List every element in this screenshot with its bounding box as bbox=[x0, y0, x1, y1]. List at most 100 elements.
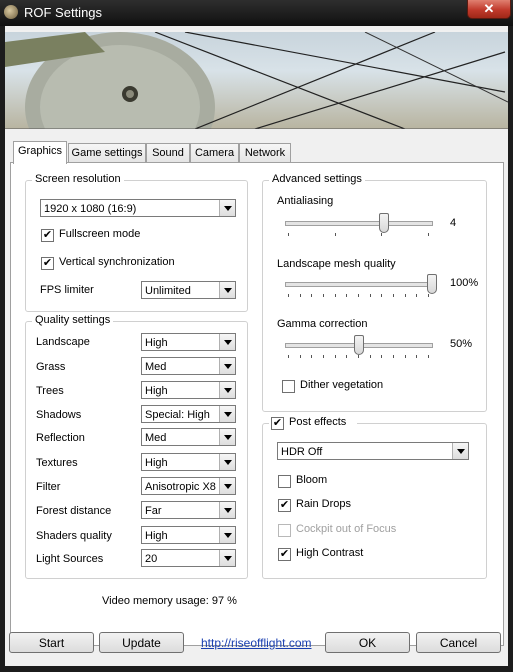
filter-value: Anisotropic X8 bbox=[145, 481, 216, 493]
slider-tick bbox=[346, 355, 348, 358]
vsync-checkbox[interactable]: ✔ bbox=[41, 257, 54, 270]
fps-limiter-value: Unlimited bbox=[145, 285, 191, 297]
chevron-down-icon bbox=[219, 454, 235, 470]
post-effects-label: Post effects bbox=[289, 416, 347, 428]
forest-distance-value: Far bbox=[145, 505, 162, 517]
slider-tick bbox=[381, 294, 383, 297]
tab-sound[interactable]: Sound bbox=[146, 143, 190, 163]
antialiasing-slider[interactable] bbox=[378, 213, 389, 233]
bloom-checkbox[interactable] bbox=[278, 475, 291, 488]
antialiasing-value: 4 bbox=[450, 217, 457, 229]
slider-tick bbox=[334, 233, 336, 236]
slider-tick bbox=[428, 294, 429, 297]
chevron-down-icon bbox=[219, 527, 235, 543]
forest-distance-select[interactable]: Far bbox=[141, 501, 236, 519]
window-title: ROF Settings bbox=[24, 5, 103, 20]
shaders-quality-select[interactable]: High bbox=[141, 526, 236, 544]
cancel-button[interactable]: Cancel bbox=[416, 632, 501, 653]
post-effects-header: ✔ Post effects bbox=[269, 416, 357, 430]
gamma-value: 50% bbox=[450, 338, 473, 350]
slider-tick bbox=[288, 233, 289, 236]
close-button[interactable]: ✕ bbox=[467, 0, 511, 19]
grass-label: Grass bbox=[36, 361, 66, 373]
slider-tick bbox=[416, 294, 418, 297]
slider-tick bbox=[299, 294, 301, 297]
landscape-select[interactable]: High bbox=[141, 333, 236, 351]
filter-label: Filter bbox=[36, 481, 61, 493]
shadows-select[interactable]: Special: High bbox=[141, 405, 236, 423]
slider-tick bbox=[334, 355, 336, 358]
slider-tick bbox=[416, 355, 418, 358]
slider-tick bbox=[393, 355, 394, 358]
tab-game-settings[interactable]: Game settings bbox=[68, 143, 146, 163]
textures-value: High bbox=[145, 457, 168, 469]
high-contrast-checkbox[interactable]: ✔ bbox=[278, 548, 291, 561]
high-contrast-label: High Contrast bbox=[296, 547, 364, 559]
slider-tick bbox=[428, 355, 429, 358]
trees-select[interactable]: High bbox=[141, 381, 236, 399]
tab-camera[interactable]: Camera bbox=[190, 143, 239, 163]
graphics-panel: Screen resolution 1920 x 1080 (16:9) ✔ F… bbox=[10, 162, 504, 646]
tab-graphics[interactable]: Graphics bbox=[13, 141, 67, 164]
resolution-select[interactable]: 1920 x 1080 (16:9) bbox=[40, 199, 236, 217]
rain-drops-checkbox[interactable]: ✔ bbox=[278, 499, 291, 512]
chevron-down-icon bbox=[219, 478, 235, 494]
chevron-down-icon bbox=[219, 200, 235, 216]
chevron-down-icon bbox=[452, 443, 468, 459]
reflection-select[interactable]: Med bbox=[141, 428, 236, 446]
chevron-down-icon bbox=[219, 358, 235, 374]
mesh-quality-label: Landscape mesh quality bbox=[277, 258, 396, 270]
resolution-value: 1920 x 1080 (16:9) bbox=[44, 203, 137, 215]
ok-button[interactable]: OK bbox=[325, 632, 410, 653]
forest-distance-label: Forest distance bbox=[36, 505, 112, 517]
slider-tick bbox=[299, 355, 301, 358]
dither-label: Dither vegetation bbox=[300, 379, 384, 391]
fps-limiter-select[interactable]: Unlimited bbox=[141, 281, 236, 299]
chevron-down-icon bbox=[219, 406, 235, 422]
chevron-down-icon bbox=[219, 502, 235, 518]
screen-resolution-legend: Screen resolution bbox=[32, 173, 124, 185]
filter-select[interactable]: Anisotropic X8 bbox=[141, 477, 236, 495]
fullscreen-checkbox[interactable]: ✔ bbox=[41, 229, 54, 242]
grass-select[interactable]: Med bbox=[141, 357, 236, 375]
post-effects-group: ✔ Post effects HDR Off Bloom ✔ Rain Drop… bbox=[262, 416, 487, 579]
fps-limiter-label: FPS limiter bbox=[40, 284, 94, 296]
start-button[interactable]: Start bbox=[9, 632, 94, 653]
hdr-select[interactable]: HDR Off bbox=[277, 442, 469, 460]
fullscreen-label: Fullscreen mode bbox=[59, 228, 141, 240]
slider-tick bbox=[358, 294, 359, 297]
post-effects-checkbox[interactable]: ✔ bbox=[271, 417, 284, 430]
mesh-quality-slider[interactable] bbox=[427, 274, 437, 294]
website-link[interactable]: http://riseofflight.com bbox=[201, 636, 312, 650]
textures-select[interactable]: High bbox=[141, 453, 236, 471]
bloom-label: Bloom bbox=[296, 474, 328, 486]
light-sources-select[interactable]: 20 bbox=[141, 549, 236, 567]
slider-tick bbox=[311, 355, 313, 358]
slider-tick bbox=[334, 294, 336, 297]
gamma-slider[interactable] bbox=[354, 335, 364, 355]
trees-value: High bbox=[145, 385, 168, 397]
shadows-value: Special: High bbox=[145, 409, 210, 421]
grass-value: Med bbox=[145, 361, 167, 373]
chevron-down-icon bbox=[219, 334, 235, 350]
slider-tick bbox=[288, 355, 289, 358]
advanced-settings-legend: Advanced settings bbox=[269, 173, 365, 185]
antialiasing-slider-track bbox=[285, 221, 433, 226]
slider-tick bbox=[311, 294, 313, 297]
slider-tick bbox=[393, 294, 394, 297]
tab-network[interactable]: Network bbox=[239, 143, 291, 163]
slider-tick bbox=[358, 355, 359, 358]
trees-label: Trees bbox=[36, 385, 64, 397]
settings-window: Graphics Game settings Sound Camera Netw… bbox=[5, 26, 508, 666]
chevron-down-icon bbox=[219, 282, 235, 298]
quality-settings-legend: Quality settings bbox=[32, 314, 114, 326]
update-button[interactable]: Update bbox=[99, 632, 184, 653]
banner-image bbox=[5, 32, 508, 129]
antialiasing-label: Antialiasing bbox=[277, 195, 334, 207]
gamma-label: Gamma correction bbox=[277, 318, 368, 330]
chevron-down-icon bbox=[219, 550, 235, 566]
cockpit-focus-checkbox[interactable] bbox=[278, 524, 291, 537]
rain-drops-label: Rain Drops bbox=[296, 498, 352, 510]
mesh-quality-slider-track bbox=[285, 282, 433, 287]
dither-checkbox[interactable] bbox=[282, 380, 295, 393]
